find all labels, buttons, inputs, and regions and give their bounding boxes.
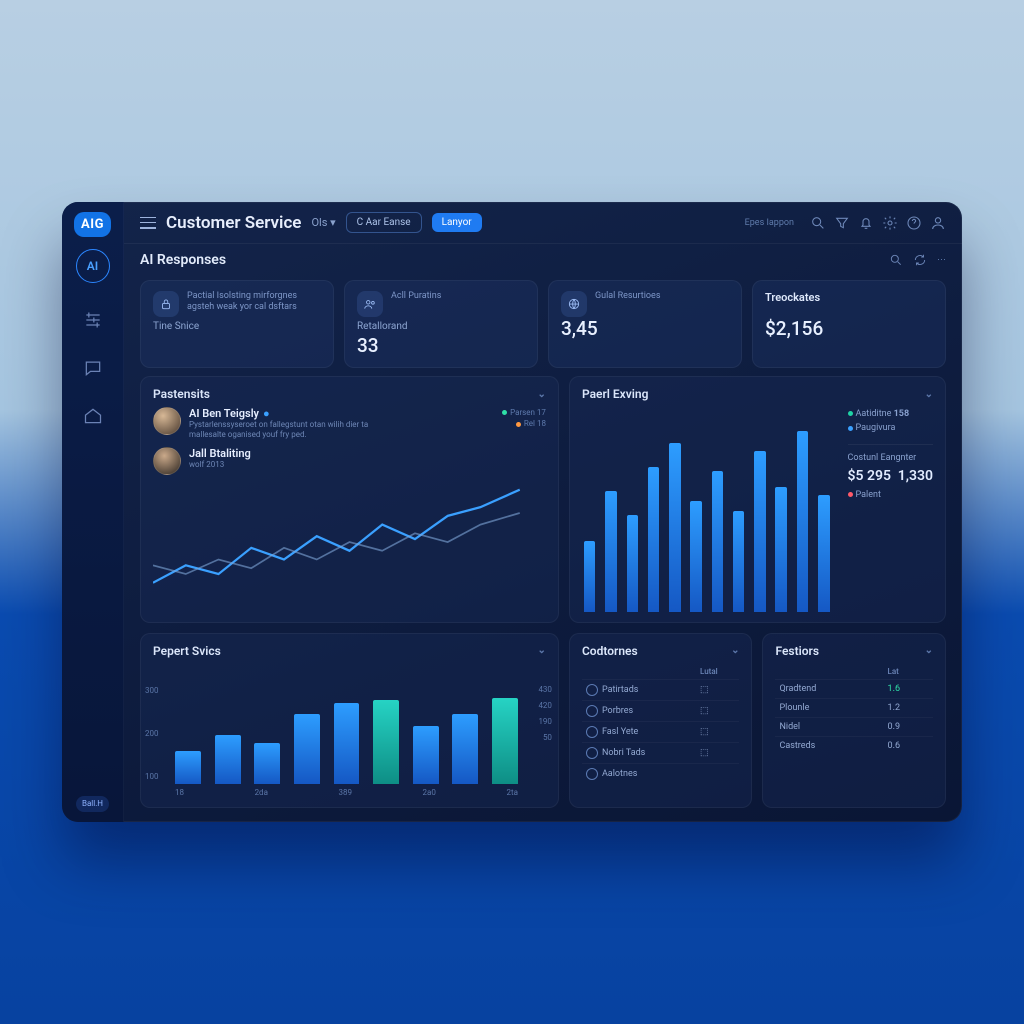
expand-icon[interactable]: ⋯ [937,255,946,265]
metric-value: $2,156 [765,317,933,340]
panel-title: Pepert Svics [153,644,221,658]
section-header: AI Responses ⋯ [124,244,962,272]
app-shell: AIG AI Ball.H Customer Service Ols ▾ C A… [62,202,962,822]
refresh-icon[interactable] [913,253,927,267]
panel-pastensits: Pastensits ⌄ AI Ben Teigsly● Pystarlenssy… [140,376,559,623]
ai-badge-icon[interactable]: AI [76,249,110,283]
table: Lutal Patirtads⬚ Porbres⬚ Fasl Yete⬚ Nob… [582,664,740,785]
users-icon [357,291,383,317]
table-row[interactable]: Qradtend1.6 [775,679,933,698]
globe-icon [561,291,587,317]
sidebar: AIG AI Ball.H [62,202,124,822]
table-row[interactable]: Castreds0.6 [775,736,933,755]
gear-icon[interactable] [882,215,898,231]
row-icon [586,684,598,696]
primary-action-button[interactable]: Lanyor [432,213,482,232]
chevron-down-icon[interactable]: ⌄ [538,645,546,656]
person-badges: Parsen 17 Rel 18 [502,407,546,429]
secondary-action-button[interactable]: C Aar Eanse [346,212,422,233]
section-title: AI Responses [140,252,226,268]
menu-icon[interactable] [140,217,156,229]
person-sub: Pystarlenssyseroet on fallegstunt otan w… [189,420,389,441]
row-icon [586,768,598,780]
metric-desc: Treockates [765,291,933,315]
dashboard-grid: Pastensits ⌄ AI Ben Teigsly● Pystarlenssy… [124,376,962,822]
metric-value: 33 [357,334,525,357]
topbar-icons [810,215,946,231]
panel-title: Codtornes [582,644,638,658]
chevron-down-icon[interactable]: ⌄ [538,389,546,400]
top-note: Epes Iappon [745,218,794,228]
topbar: Customer Service Ols ▾ C Aar Eanse Lanyo… [124,202,962,244]
panel-paerl-exving: Paerl Exving ⌄ Aatiditne 158 Paugivura Co… [569,376,946,623]
person-sub: wolf 2013 [189,460,251,470]
table-row[interactable]: Nobri Tads⬚ [582,742,740,763]
panel-title: Pastensits [153,387,210,401]
line-chart [153,481,546,612]
y-tick: 200 [145,729,159,738]
row-icon [586,747,598,759]
avatar [153,407,181,435]
metric-label: Tine Snice [153,321,321,332]
home-icon[interactable] [82,405,104,427]
chevron-down-icon[interactable]: ⌄ [731,645,739,656]
metric-cards: Pactial Isolsting mirforgnes agsteh weak… [124,272,962,376]
table-row[interactable]: Porbres⬚ [582,700,740,721]
panel-codtornes: Codtornes ⌄ Lutal Patirtads⬚ Porbres⬚ Fas… [569,633,753,808]
main-area: Customer Service Ols ▾ C Aar Eanse Lanyo… [124,202,962,822]
chat-icon[interactable] [82,357,104,379]
table: Lat Qradtend1.6 Plounle1.2 Nidel0.9 Cast… [775,664,933,756]
y-tick: 300 [145,686,159,695]
context-dropdown[interactable]: Ols ▾ [311,216,335,229]
metric-label: Retallorand [357,321,525,332]
person-row[interactable]: AI Ben Teigsly● Pystarlenssyseroet on fa… [153,407,546,441]
sidebar-status: Ball.H [76,796,109,812]
metric-card-3[interactable]: Gulal Resurtioes 3,45 [548,280,742,368]
person-name: Jall Btaliting [189,447,251,460]
chevron-down-icon[interactable]: ⌄ [925,389,933,400]
bar-chart [582,407,832,612]
page-title: Customer Service [166,213,301,233]
sliders-icon[interactable] [82,309,104,331]
table-row[interactable]: Nidel0.9 [775,717,933,736]
x-axis: 182da3892a02ta [153,788,546,797]
person-row[interactable]: Jall Btaliting wolf 2013 [153,447,546,475]
panel-festiors: Festiors ⌄ Lat Qradtend1.6 Plounle1.2 Nid… [762,633,946,808]
row-icon [586,705,598,717]
avatar [153,447,181,475]
table-row[interactable]: Plounle1.2 [775,698,933,717]
panel-title: Paerl Exving [582,387,648,401]
table-row[interactable]: Patirtads⬚ [582,679,740,700]
bell-icon[interactable] [858,215,874,231]
brand-logo[interactable]: AIG [74,212,111,237]
metric-card-1[interactable]: Pactial Isolsting mirforgnes agsteh weak… [140,280,334,368]
table-row[interactable]: Aalotnes [582,763,740,784]
person-name: AI Ben Teigsly● [189,407,389,420]
chevron-down-icon[interactable]: ⌄ [925,645,933,656]
side-stats: Aatiditne 158 Paugivura Costunl Eangnter… [848,407,933,612]
y-tick: 100 [145,772,159,781]
metric-card-4[interactable]: Treockates $2,156 [752,280,946,368]
bar-chart [153,664,546,784]
search-icon[interactable] [810,215,826,231]
search-icon[interactable] [889,253,903,267]
help-icon[interactable] [906,215,922,231]
table-row[interactable]: Fasl Yete⬚ [582,721,740,742]
panel-title: Festiors [775,644,819,658]
metric-value: 3,45 [561,317,729,340]
lock-icon [153,291,179,317]
metric-card-2[interactable]: Acll Puratins Retallorand 33 [344,280,538,368]
row-icon [586,726,598,738]
filter-icon[interactable] [834,215,850,231]
user-icon[interactable] [930,215,946,231]
panel-pepert-svics: Pepert Svics⌄ 300 200 100 43042019050 18… [140,633,559,808]
panel-tables: Codtornes ⌄ Lutal Patirtads⬚ Porbres⬚ Fas… [569,633,946,808]
